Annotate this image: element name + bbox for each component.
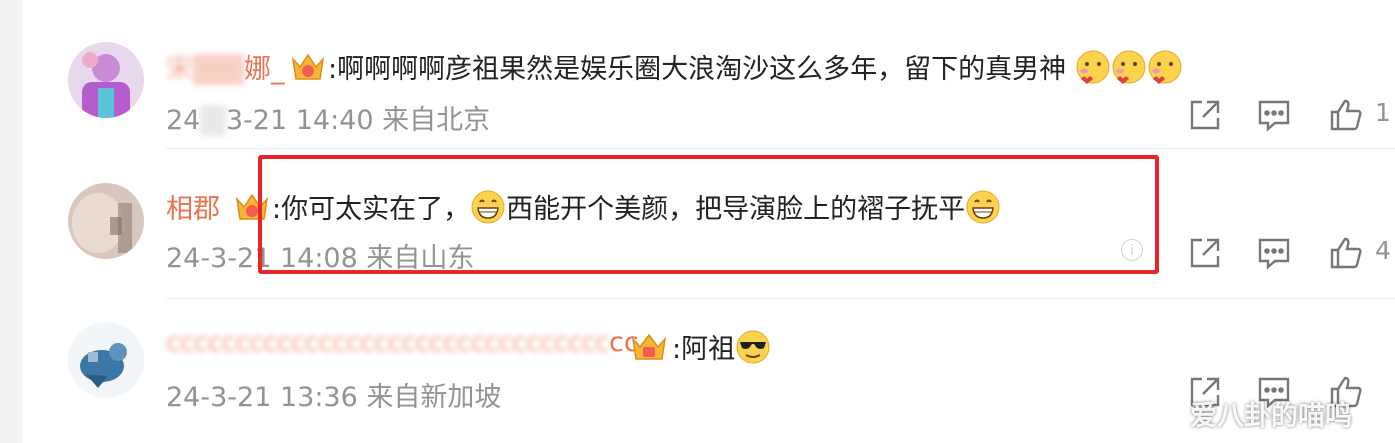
username-hidden: cccccccccccccccccccccccccccccccc (166, 327, 610, 358)
comment-date: 24-3-21 13:36 (166, 382, 358, 413)
date-hidden-mask: ■ (200, 105, 226, 136)
comment-text-row: :阿祖 (672, 327, 771, 372)
thumbs-up-icon[interactable] (1329, 98, 1363, 136)
comment-text-row: :啊啊啊啊彦祖果然是娱乐圈大浪淘沙这么多年，留下的真男神 (328, 47, 1183, 92)
blush-heart-emoji-icon (1111, 49, 1147, 92)
comment-meta: 24-3-21 13:36 来自新加坡 (166, 375, 501, 414)
comment-actions: 1 (1188, 98, 1395, 132)
blush-heart-emoji-icon (1147, 49, 1183, 92)
avatar[interactable] (68, 183, 144, 259)
comment-date-end: 3-21 14:40 (225, 105, 374, 136)
like-count: 4 (1375, 236, 1391, 265)
share-icon[interactable] (1188, 236, 1222, 274)
comment-divider (166, 298, 1395, 299)
username-hidden: 宋 (166, 54, 193, 85)
comment-divider (166, 148, 1395, 149)
comment-text: :啊啊啊啊彦祖果然是娱乐圈大浪淘沙这么多年，留下的真男神 (328, 54, 1067, 85)
comment-actions: 4 (1188, 236, 1395, 270)
comment-text: :阿祖 (672, 334, 736, 365)
blush-heart-emoji-icon (1075, 49, 1111, 92)
avatar[interactable] (68, 322, 144, 398)
highlight-box (258, 155, 1159, 274)
username[interactable]: cccccccccccccccccccccccccccccccccc (166, 327, 639, 358)
username-visible: 娜_ (244, 54, 285, 85)
comment-location: 来自新加坡 (366, 382, 502, 413)
vip-crown-icon (290, 49, 326, 87)
comment-meta: 24■3-21 14:40 来自北京 (166, 98, 490, 137)
thumbs-up-icon[interactable] (1329, 236, 1363, 274)
username[interactable]: 宋■■娜_ (166, 47, 285, 86)
sunglasses-emoji-icon (735, 329, 771, 372)
avatar[interactable] (68, 42, 144, 118)
comment-bubble-icon[interactable] (1257, 236, 1291, 274)
comment-location: 来自北京 (382, 105, 491, 136)
like-count: 1 (1375, 98, 1391, 127)
comment-bubble-icon[interactable] (1257, 98, 1291, 136)
left-panel-strip (0, 0, 22, 443)
username[interactable]: 相郡 (166, 187, 220, 226)
vip-crown-icon (630, 329, 668, 367)
comment-date-start: 24 (166, 105, 201, 136)
username-hidden-mask: ■■ (193, 54, 245, 85)
share-icon[interactable] (1188, 98, 1222, 136)
watermark: 爱八卦的喵鸣 (1190, 401, 1352, 432)
